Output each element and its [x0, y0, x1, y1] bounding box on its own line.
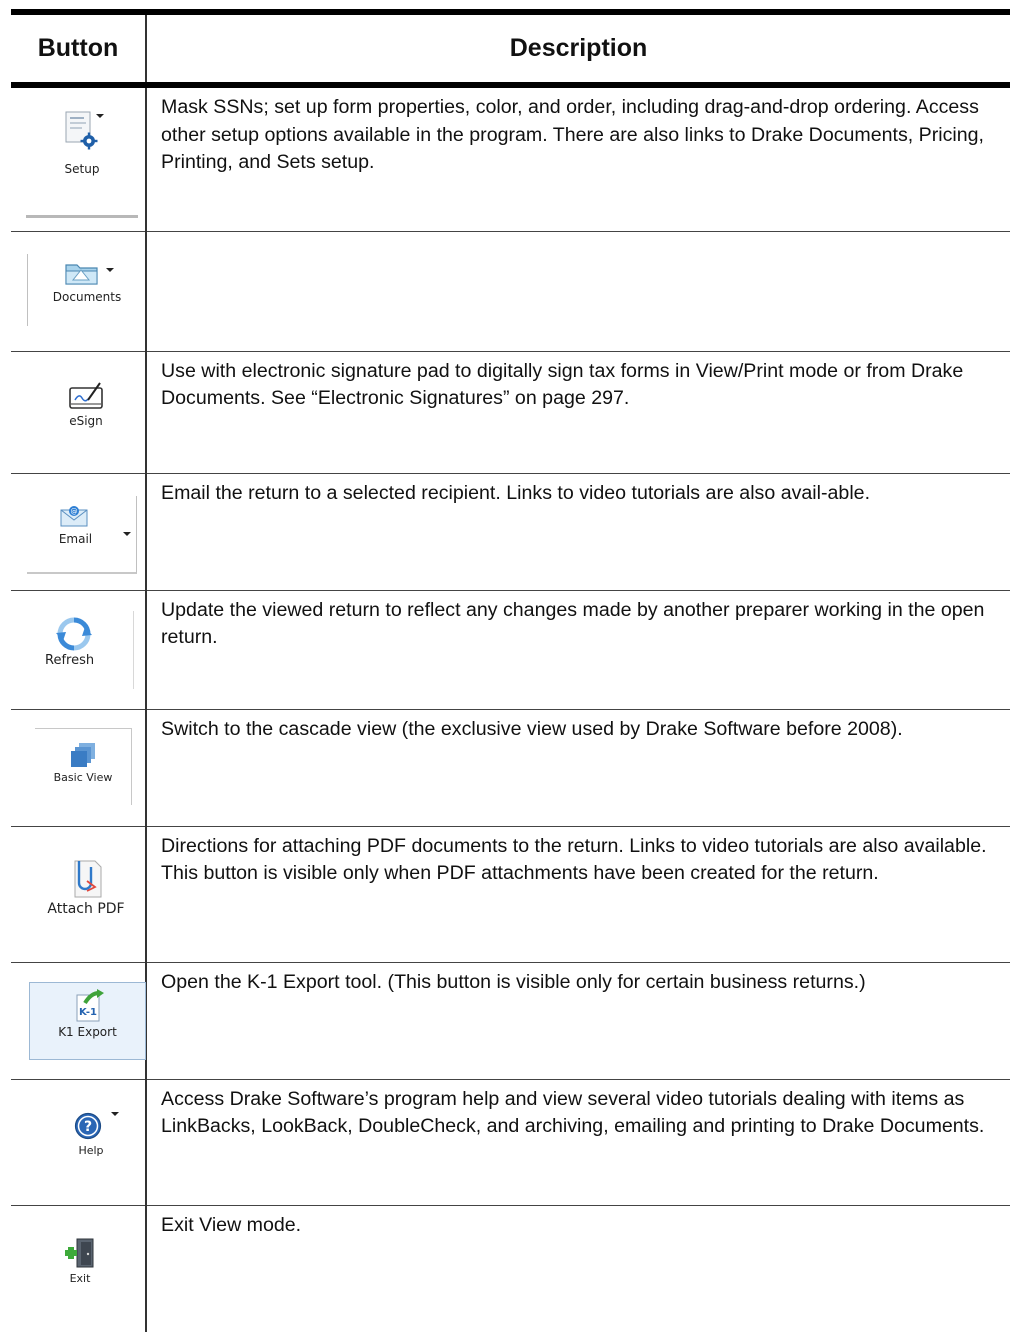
help-icon: ? — [74, 1112, 102, 1139]
table-header-row: Button Description — [11, 9, 1010, 88]
table-row-email: @ Email Email the return to a selected r… — [11, 473, 1010, 591]
documents-button-label: Documents — [52, 289, 122, 304]
exit-button[interactable]: Exit — [51, 1236, 109, 1300]
setup-button-label: Setup — [64, 162, 100, 176]
basic-view-button[interactable]: Basic View — [35, 727, 132, 805]
k1-export-icon: K-1 — [76, 988, 104, 1021]
setup-button[interactable]: Setup — [26, 110, 138, 218]
exit-door-icon — [65, 1238, 94, 1267]
k1-export-button[interactable]: K-1 K1 Export — [29, 981, 146, 1060]
paperclip-pdf-icon — [74, 860, 102, 897]
header-button: Button — [11, 9, 147, 88]
refresh-description: Update the viewed return to reflect any … — [146, 590, 1010, 710]
attach-pdf-button-label: Attach PDF — [47, 900, 125, 917]
exit-button-label: Exit — [69, 1271, 91, 1285]
signature-pad-icon — [69, 381, 103, 409]
table-row-esign: eSign Use with electronic signature pad … — [11, 351, 1010, 474]
email-envelope-icon: @ — [60, 505, 88, 526]
table-row-attach-pdf: Attach PDF Directions for attaching PDF … — [11, 826, 1010, 963]
dropdown-caret-icon — [111, 1111, 119, 1116]
attach-pdf-button[interactable]: Attach PDF — [31, 857, 141, 929]
table-row-documents: Documents — [11, 231, 1010, 352]
k1-export-button-label: K1 Export — [58, 1024, 117, 1039]
table-row-exit: Exit Exit View mode. — [11, 1205, 1010, 1332]
attach-pdf-description: Directions for attaching PDF documents t… — [146, 826, 1010, 963]
refresh-icon — [56, 617, 92, 650]
setup-description: Mask SSNs; set up form properties, color… — [146, 85, 1010, 232]
svg-text:@: @ — [71, 507, 78, 515]
cascade-windows-icon — [71, 742, 95, 767]
svg-text:?: ? — [84, 1119, 92, 1135]
svg-text:K-1: K-1 — [79, 1007, 97, 1018]
refresh-button[interactable]: Refresh — [45, 610, 134, 689]
button-description-table: Button Description Setup Mask SSNs; set … — [11, 9, 1010, 1332]
folder-icon — [65, 263, 98, 285]
table-row-basic-view: Basic View Switch to the cascade view (t… — [11, 709, 1010, 827]
header-description: Description — [146, 9, 1010, 88]
help-button-label: Help — [78, 1143, 104, 1157]
basic-view-description: Switch to the cascade view (the exclusiv… — [146, 709, 1010, 827]
dropdown-caret-icon — [123, 531, 131, 536]
help-description: Access Drake Software’s program help and… — [146, 1079, 1010, 1206]
table-row-k1-export: K-1 K1 Export Open the K-1 Export tool. … — [11, 962, 1010, 1080]
k1-export-description: Open the K-1 Export tool. (This button i… — [146, 962, 1010, 1080]
email-description: Email the return to a selected recipient… — [146, 473, 1010, 591]
esign-description: Use with electronic signature pad to dig… — [146, 351, 1010, 474]
dropdown-caret-icon — [106, 267, 114, 272]
help-button[interactable]: ? Help — [41, 1111, 131, 1184]
table-row-setup: Setup Mask SSNs; set up form properties,… — [11, 85, 1010, 232]
table-row-help: ? Help Access Drake Software’s program h… — [11, 1079, 1010, 1206]
dropdown-caret-icon — [96, 114, 104, 118]
refresh-button-label: Refresh — [45, 652, 95, 668]
esign-button[interactable]: eSign — [51, 380, 121, 440]
documents-button[interactable]: Documents — [27, 253, 146, 326]
table-row-refresh: Refresh Update the viewed return to refl… — [11, 590, 1010, 710]
esign-button-label: eSign — [69, 413, 103, 428]
email-button-label: Email — [58, 531, 93, 546]
exit-description: Exit View mode. — [161, 1213, 302, 1236]
documents-description — [146, 231, 1010, 352]
email-button[interactable]: @ Email — [27, 495, 137, 574]
basic-view-button-label: Basic View — [53, 770, 113, 784]
